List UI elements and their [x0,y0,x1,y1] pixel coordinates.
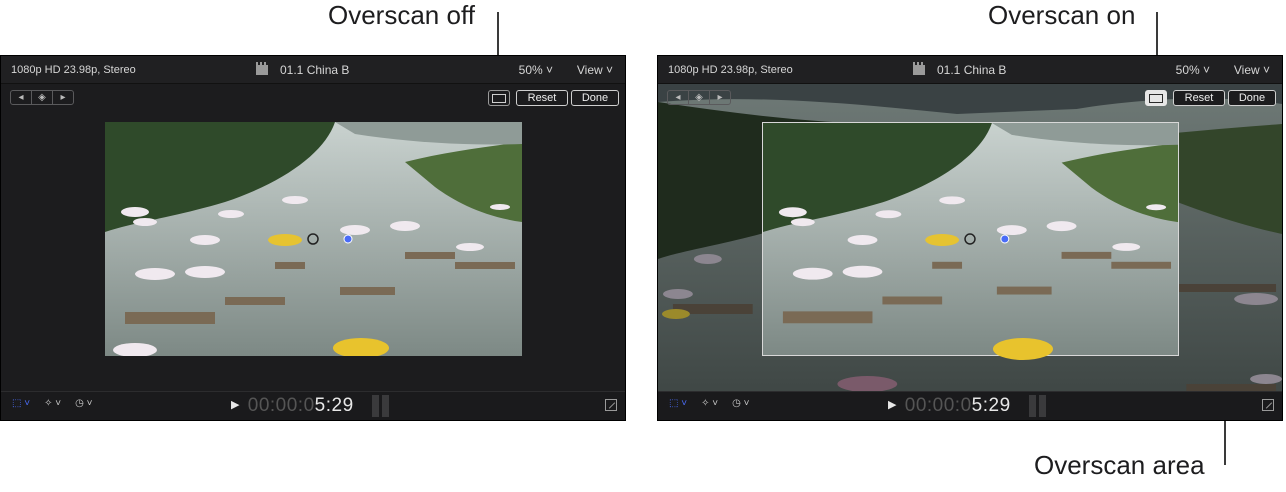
clip-title: 01.1 China B [913,62,1007,77]
reset-button[interactable]: Reset [1173,90,1225,106]
play-icon[interactable]: ▶ [888,399,897,411]
next-keyframe-button[interactable]: ▸ [53,91,73,104]
transform-tool-menu[interactable]: ⬚ ˅ [12,398,30,409]
onscreen-controls-bar: ◂ ◈ ▸ Reset Done [1,84,625,112]
done-button[interactable]: Done [571,90,619,106]
clapperboard-icon [913,62,925,75]
audio-meter [372,395,390,417]
viewer-overscan-on: 1080p HD 23.98p, Stereo 01.1 China B 50%… [657,55,1283,421]
view-menu[interactable]: View ˅ [577,63,613,77]
view-menu[interactable]: View ˅ [1234,63,1270,77]
callout-overscan-off: Overscan off [328,0,475,30]
audio-meter [1029,395,1047,417]
clapperboard-icon [256,62,268,75]
umbrella-overflow [993,338,1053,360]
video-frame[interactable] [105,122,522,356]
previous-keyframe-button[interactable]: ◂ [11,91,32,104]
viewer-header: 1080p HD 23.98p, Stereo 01.1 China B 50%… [1,56,625,84]
play-icon[interactable]: ▶ [231,399,240,411]
overscan-button[interactable] [1145,90,1167,106]
timecode-display: ▶ 00:00:05:29 [231,395,354,417]
viewer-footer: ⬚ ˅ ✧ ˅ ◷ ˅ ▶ 00:00:05:29 [1,391,625,420]
done-button[interactable]: Done [1228,90,1276,106]
callout-overscan-area: Overscan area [1034,450,1205,480]
keyframe-controls: ◂ ◈ ▸ [10,90,74,105]
format-label: 1080p HD 23.98p, Stereo [668,64,793,76]
canvas-area [1,112,625,394]
timecode-value: 5:29 [971,395,1011,416]
keyframe-controls: ◂ ◈ ▸ [667,90,731,105]
viewer-overscan-off: 1080p HD 23.98p, Stereo 01.1 China B 50%… [0,55,626,421]
zoom-menu[interactable]: 50% ˅ [519,63,553,77]
timecode-leading: 00:00:0 [247,395,315,416]
transform-tool-menu[interactable]: ⬚ ˅ [669,398,687,409]
format-label: 1080p HD 23.98p, Stereo [11,64,136,76]
next-keyframe-button[interactable]: ▸ [710,91,730,104]
viewer-tools: ⬚ ˅ ✧ ˅ ◷ ˅ [669,398,749,409]
overscan-icon [492,93,506,103]
callout-overscan-on: Overscan on [988,0,1136,30]
retime-tool-menu[interactable]: ◷ ˅ [732,398,749,409]
add-keyframe-button[interactable]: ◈ [689,91,710,104]
onscreen-controls-bar: ◂ ◈ ▸ Reset Done [658,84,1282,112]
retime-tool-menu[interactable]: ◷ ˅ [75,398,92,409]
add-keyframe-button[interactable]: ◈ [32,91,53,104]
timecode-leading: 00:00:0 [904,395,972,416]
timecode-display: ▶ 00:00:05:29 [888,395,1011,417]
expand-icon[interactable] [1262,399,1274,411]
viewer-header: 1080p HD 23.98p, Stereo 01.1 China B 50%… [658,56,1282,84]
previous-keyframe-button[interactable]: ◂ [668,91,689,104]
river-scene-image [105,122,522,356]
clip-name: 01.1 China B [937,63,1007,77]
zoom-menu[interactable]: 50% ˅ [1176,63,1210,77]
clip-name: 01.1 China B [280,63,350,77]
enhance-tool-menu[interactable]: ✧ ˅ [44,398,61,409]
overscan-button[interactable] [488,90,510,106]
overscan-icon [1149,93,1163,103]
expand-icon[interactable] [605,399,617,411]
viewer-tools: ⬚ ˅ ✧ ˅ ◷ ˅ [12,398,92,409]
reset-button[interactable]: Reset [516,90,568,106]
clip-title: 01.1 China B [256,62,350,77]
enhance-tool-menu[interactable]: ✧ ˅ [701,398,718,409]
timecode-value: 5:29 [314,395,354,416]
video-frame[interactable] [762,122,1179,356]
viewer-footer: ⬚ ˅ ✧ ˅ ◷ ˅ ▶ 00:00:05:29 [658,391,1282,420]
river-scene-image [763,123,1178,355]
